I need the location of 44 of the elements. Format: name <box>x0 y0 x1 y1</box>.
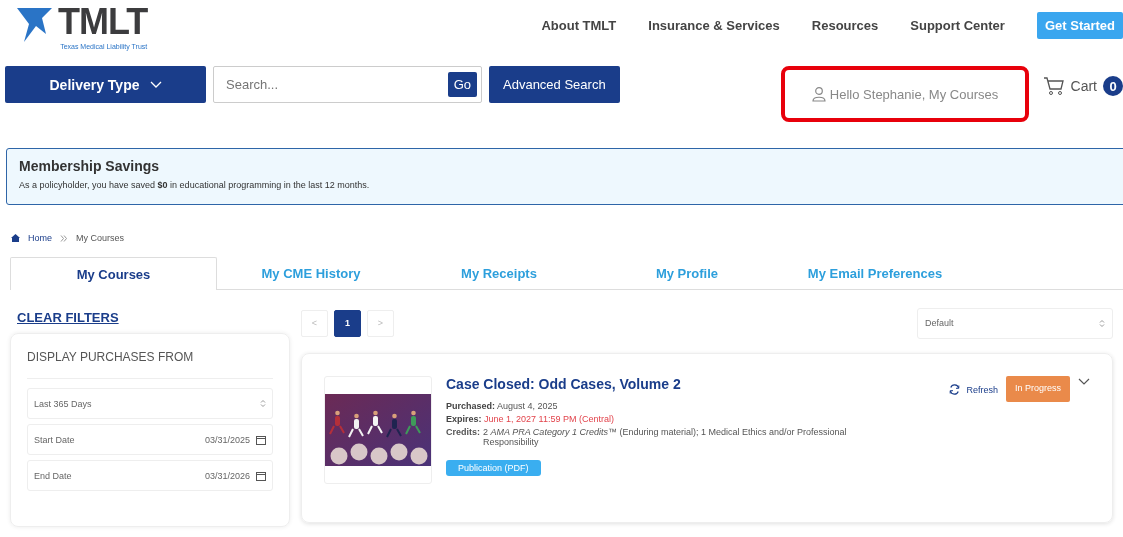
clear-filters-link[interactable]: CLEAR FILTERS <box>10 310 119 325</box>
range-select[interactable]: Last 365 Days <box>27 388 273 419</box>
course-title-link[interactable]: Case Closed: Odd Cases, Volume 2 <box>446 376 936 392</box>
account-link[interactable]: Hello Stephanie, My Courses <box>810 86 999 102</box>
breadcrumb-link[interactable]: Home <box>28 233 52 243</box>
cart-icon <box>1042 76 1065 96</box>
nav-link[interactable]: About TMLT <box>541 18 617 33</box>
cart-count-badge: 0 <box>1103 76 1123 96</box>
double-chevron-icon <box>60 234 68 242</box>
purchased-text: Purchased: August 4, 2025 <box>446 401 559 411</box>
page-button[interactable]: 1 <box>334 309 361 337</box>
advanced-search-button[interactable]: Advanced Search <box>489 66 620 103</box>
search-field[interactable]: Search... Go <box>213 66 482 103</box>
up-down-icon <box>1099 318 1105 328</box>
sort-select[interactable]: Default <box>917 307 1113 339</box>
date-field[interactable]: Start Date 03/31/2025 <box>27 424 273 455</box>
filter-title: DISPLAY PURCHASES FROM <box>27 350 273 379</box>
credits-text: 2 AMA PRA Category 1 Credits™ (Enduring material); 1 Medical Ethics and/or Professional Responsibility <box>483 427 848 447</box>
calendar-icon[interactable] <box>256 434 266 445</box>
refresh-button[interactable]: Refresh <box>949 384 998 395</box>
home-icon <box>11 234 20 242</box>
nav-link[interactable]: Insurance & Services <box>648 18 780 33</box>
expand-button[interactable] <box>1078 378 1090 385</box>
tab[interactable]: My Courses <box>10 257 217 290</box>
banner-text: As a policyholder, you have saved $0 in educational programming in the last 12 months. <box>19 180 371 190</box>
chevron-down-icon <box>1078 378 1090 385</box>
date-field[interactable]: End Date 03/31/2026 <box>27 460 273 491</box>
go-button[interactable]: Go <box>447 72 477 97</box>
nav-link[interactable]: Support Center <box>910 18 1005 33</box>
nav-link[interactable]: Resources <box>811 18 879 33</box>
banner-title: Membership Savings <box>19 158 161 174</box>
delivery-type-dropdown[interactable]: Delivery Type <box>5 66 206 103</box>
up-down-icon <box>260 399 266 408</box>
logo-wordmark: TMLT <box>58 4 148 40</box>
cart-link[interactable]: Cart 0 <box>1042 76 1123 96</box>
user-icon <box>810 86 827 102</box>
status-badge: In Progress <box>1006 376 1070 402</box>
credits-label: Credits: <box>446 427 480 439</box>
chevron-down-icon <box>149 81 162 88</box>
calendar-icon[interactable] <box>256 470 266 481</box>
expires-text: Expires: June 1, 2027 11:59 PM (Central) <box>446 414 615 424</box>
breadcrumb-link[interactable]: My Courses <box>76 233 125 243</box>
refresh-icon <box>949 384 961 395</box>
format-tag: Publication (PDF) <box>446 460 541 476</box>
